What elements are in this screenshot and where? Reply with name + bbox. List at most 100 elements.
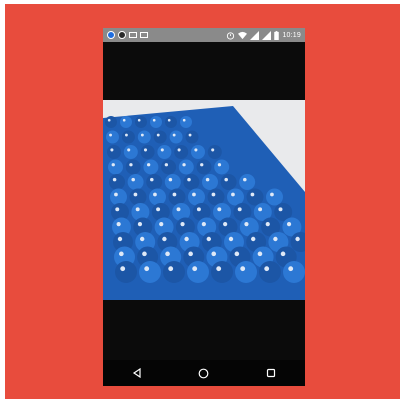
barrel: [187, 261, 209, 283]
status-left: [107, 31, 148, 39]
barrel-highlight: [223, 222, 228, 227]
barrel-highlight: [142, 251, 147, 257]
circle-dark-icon: [118, 31, 126, 39]
barrel-highlight: [231, 192, 235, 197]
barrel-highlight: [217, 163, 222, 167]
barrel-highlight: [211, 148, 215, 152]
barrel-highlight: [156, 207, 161, 212]
barrel-highlight: [184, 236, 189, 242]
barrel: [207, 145, 222, 159]
barrel: [183, 174, 200, 190]
barrel: [135, 116, 147, 128]
barrel: [169, 130, 183, 144]
barrel-highlight: [201, 222, 206, 227]
barrel-highlight: [164, 163, 168, 167]
barrel: [196, 159, 212, 175]
barrel-highlight: [257, 251, 263, 257]
recents-icon: [267, 368, 276, 378]
barrel-highlight: [111, 163, 115, 167]
barrel-highlight: [244, 222, 249, 227]
barrel: [266, 188, 283, 206]
barrel-highlight: [172, 133, 176, 137]
barrel-highlight: [258, 207, 263, 212]
barrel: [146, 174, 163, 190]
barrel-highlight: [211, 251, 217, 257]
barrel-highlight: [168, 266, 174, 272]
barrel-highlight: [153, 192, 157, 197]
barrel-highlight: [180, 222, 185, 227]
barrel-highlight: [172, 192, 177, 197]
barrel-highlight: [150, 177, 154, 182]
barrel-highlight: [131, 177, 135, 182]
barrel-highlight: [133, 192, 138, 197]
barrel-highlight: [167, 118, 171, 122]
barrels-image: [103, 100, 305, 300]
barrel: [239, 174, 256, 190]
barrel-highlight: [162, 236, 167, 242]
barrel-highlight: [137, 118, 141, 122]
barrel: [109, 174, 125, 190]
battery-icon: [274, 30, 280, 40]
home-icon: [199, 368, 209, 378]
barrel: [127, 174, 144, 190]
barrel-highlight: [120, 266, 126, 272]
barrel-highlight: [205, 177, 210, 182]
barrel-highlight: [278, 207, 283, 212]
barrel-highlight: [251, 236, 256, 242]
barrel-highlight: [194, 148, 198, 152]
barrel-highlight: [234, 251, 240, 257]
barrel-highlight: [192, 192, 196, 197]
barrel-highlight: [107, 118, 111, 122]
back-icon: [132, 368, 141, 378]
barrel-highlight: [144, 266, 150, 272]
barrel: [283, 261, 305, 283]
barrel-highlight: [117, 236, 123, 242]
barrel-highlight: [147, 163, 151, 167]
barrel-highlight: [176, 207, 181, 212]
barrel-highlight: [280, 251, 286, 257]
barrel: [163, 261, 185, 283]
recents-button[interactable]: [259, 363, 283, 383]
barrel: [139, 261, 161, 283]
barrel: [178, 159, 194, 175]
barrel-highlight: [206, 236, 211, 242]
barrel: [137, 130, 151, 144]
barrel: [165, 116, 177, 128]
barrel: [108, 159, 123, 175]
barrel-highlight: [156, 133, 160, 137]
barrel-highlight: [110, 148, 114, 152]
barrel-highlight: [265, 222, 270, 227]
barrel: [174, 145, 189, 159]
back-button[interactable]: [125, 363, 149, 383]
barrel-highlight: [129, 163, 133, 167]
barrel-highlight: [177, 148, 181, 152]
barrel: [105, 116, 117, 128]
barrel-highlight: [237, 207, 242, 212]
home-button[interactable]: [192, 363, 216, 383]
barrel-highlight: [270, 192, 274, 197]
barrel-highlight: [264, 266, 270, 272]
barrel-highlight: [188, 251, 193, 257]
barrel-highlight: [182, 118, 186, 122]
barrel-highlight: [216, 266, 222, 272]
barrels-photo[interactable]: [103, 100, 305, 300]
barrel-highlight: [135, 207, 140, 212]
barrel-highlight: [152, 118, 156, 122]
barrel-highlight: [192, 266, 198, 272]
barrel: [110, 188, 127, 206]
barrel-highlight: [168, 177, 173, 182]
status-right: 10:19: [226, 30, 301, 40]
barrel-highlight: [295, 236, 300, 242]
signal-icon-2: [262, 30, 272, 40]
barrel-highlight: [188, 133, 192, 137]
barrel-highlight: [114, 192, 118, 197]
message-icon: [129, 32, 137, 38]
barrel-highlight: [112, 177, 117, 182]
barrel-highlight: [165, 251, 170, 257]
barrel: [140, 145, 155, 159]
barrel-highlight: [140, 236, 145, 242]
barrel-highlight: [122, 118, 126, 122]
barrel: [115, 261, 137, 283]
barrel: [168, 188, 186, 206]
barrel-highlight: [200, 163, 204, 167]
